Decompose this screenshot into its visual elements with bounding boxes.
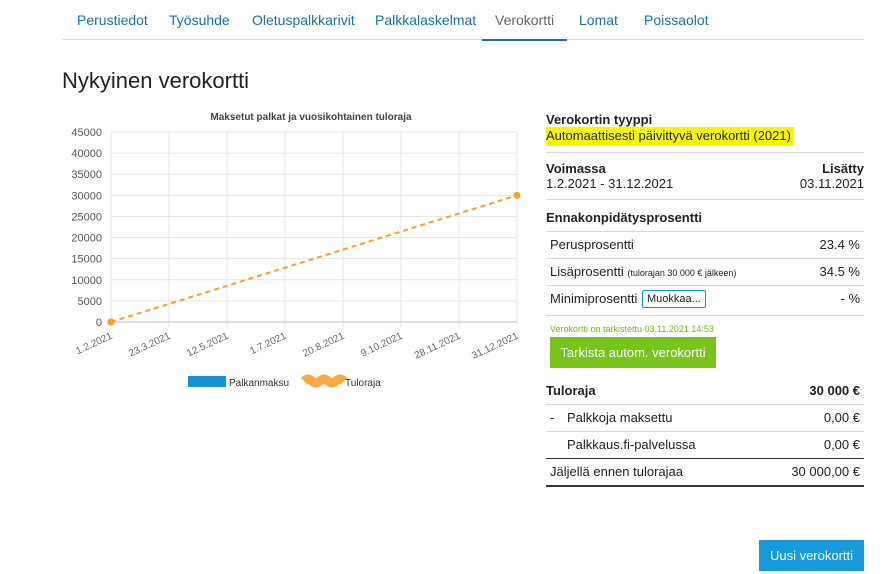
tab-oletuspalkkarivit[interactable]: Oletuspalkkarivit [239,0,368,39]
chart-svg: Maksetut palkat ja vuosikohtainen tulora… [71,112,521,389]
card-type-label: Verokortin tyyppi [546,112,653,127]
added-value: 03.11.2021 [799,176,864,191]
remaining-value: 30 000,00 € [791,464,860,479]
min-percent-label: Minimiprosentti [550,291,638,306]
y-tick-label: 10000 [71,275,102,287]
data-point-tuloraja [107,318,115,326]
x-tick-label: 23.3.2021 [127,331,172,360]
y-tick-label: 30000 [71,190,102,202]
x-tick-label: 20.8.2021 [301,331,346,360]
legend-label: Tuloraja [345,378,381,389]
y-tick-label: 25000 [71,211,102,223]
min-percent-value: - % [840,291,861,306]
extra-percent-note: (tulorajan 30 000 € jälkeen) [627,268,737,278]
chart-title: Maksetut palkat ja vuosikohtainen tulora… [210,112,412,123]
legend-label: Palkanmaksu [229,378,289,389]
edit-min-percent-button[interactable]: Muokkaa... [642,290,706,308]
extra-percent-value: 34.5 % [819,264,860,279]
service-value: 0,00 € [823,437,860,452]
legend-swatch [300,374,348,388]
added-label: Lisätty [822,161,864,176]
base-percent-value: 23.4 % [819,237,860,252]
paid-value: 0,00 € [823,410,860,425]
x-tick-label: 9.10.2021 [359,331,404,360]
check-note: Verokortti on tarkistettu 03.11.2021 14:… [550,324,714,334]
x-tick-label: 12.5.2021 [185,331,230,360]
paid-label: Palkkoja maksettu [567,410,673,425]
income-chart: Maksetut palkat ja vuosikohtainen tulora… [62,104,532,404]
y-tick-label: 45000 [71,127,102,139]
card-type-value: Automaattisesti päivittyvä verokortti (2… [546,127,794,146]
y-tick-label: 35000 [71,169,102,181]
tab-poissaolot[interactable]: Poissaolot [631,0,722,39]
tab-bar: Perustiedot Työsuhde Oletuspalkkarivit P… [62,0,864,41]
y-tick-label: 0 [96,317,102,329]
y-tick-label: 5000 [78,296,102,308]
withholding-title: Ennakonpidätysprosentti [546,210,703,225]
x-tick-label: 1.7.2021 [248,331,288,358]
remaining-label: Jäljellä ennen tulorajaa [550,464,683,479]
paid-prefix: - [550,410,555,425]
y-tick-label: 20000 [71,233,102,245]
tab-perustiedot[interactable]: Perustiedot [64,0,161,39]
y-tick-label: 40000 [71,148,102,160]
y-tick-label: 15000 [71,254,102,266]
x-tick-label: 31.12.2021 [470,331,520,362]
tab-lomat[interactable]: Lomat [566,0,631,39]
data-point-tuloraja [513,191,521,199]
check-tax-card-button[interactable]: Tarkista autom. verokortti [550,337,716,368]
base-percent-label: Perusprosentti [550,237,634,252]
x-tick-label: 1.2.2021 [74,331,114,358]
tab-verokortti[interactable]: Verokortti [482,0,568,41]
validity-label: Voimassa [546,161,606,176]
income-limit-value: 30 000 € [809,383,860,398]
new-tax-card-button[interactable]: Uusi verokortti [759,540,864,571]
tab-tyosuhde[interactable]: Työsuhde [156,0,243,39]
legend-swatch [188,376,226,387]
service-label: Palkkaus.fi-palvelussa [567,437,696,452]
x-tick-label: 28.11.2021 [413,331,463,362]
tab-palkkalaskelmat[interactable]: Palkkalaskelmat [362,0,489,39]
extra-percent-label: Lisäprosentti [550,264,624,279]
page-title: Nykyinen verokortti [62,68,250,93]
